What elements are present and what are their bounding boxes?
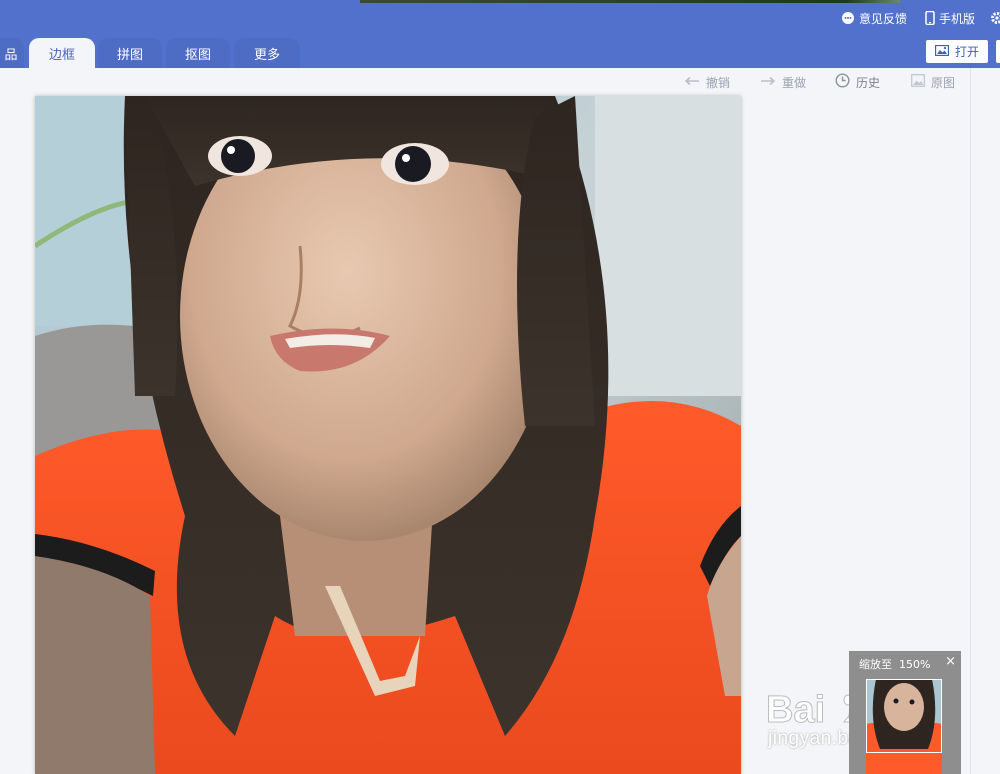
tab-label: 品 (4, 47, 18, 63)
zoom-label: 缩放至 150% (859, 658, 931, 671)
arrow-left-icon (684, 75, 700, 89)
tab-label: 抠图 (184, 47, 211, 63)
chat-bubble-icon (841, 11, 855, 25)
zoom-viewport-handle[interactable] (866, 679, 942, 753)
original-image-button[interactable]: 原图 (911, 73, 955, 91)
undo-button[interactable]: 撤销 (684, 73, 730, 91)
arrow-right-icon (760, 75, 776, 89)
redo-label: 重做 (782, 75, 807, 90)
history-button[interactable]: 历史 (835, 73, 880, 91)
svg-text:Bai: Bai (766, 689, 825, 731)
redo-button[interactable]: 重做 (760, 73, 806, 91)
tab-collage[interactable]: 拼图 (98, 38, 162, 68)
history-label: 历史 (856, 75, 881, 90)
settings-button[interactable] (990, 9, 1000, 27)
tab-more[interactable]: 更多 (234, 38, 300, 68)
tab-border[interactable]: 边框 (29, 38, 95, 68)
phone-icon (925, 11, 935, 25)
right-panel-divider (970, 68, 971, 774)
tab-label: 更多 (253, 47, 280, 63)
mobile-version-link[interactable]: 手机版 (925, 9, 975, 27)
open-label: 打开 (954, 45, 979, 59)
image-icon (934, 44, 950, 59)
feedback-link[interactable]: 意见反馈 (841, 9, 907, 27)
mobile-label: 手机版 (939, 11, 976, 26)
tab-label: 边框 (48, 47, 75, 63)
clock-icon (835, 73, 850, 91)
undo-label: 撤销 (706, 75, 731, 90)
picture-icon (911, 74, 925, 90)
tab-label: 拼图 (116, 47, 143, 63)
edited-photo[interactable] (35, 96, 741, 774)
zoom-navigator: 缩放至 150% × (849, 651, 961, 774)
tab-cutout[interactable]: 抠图 (166, 38, 230, 68)
top-progress-strip (360, 0, 900, 3)
close-icon[interactable]: × (945, 654, 956, 669)
save-button-partial[interactable] (996, 40, 1000, 63)
open-button[interactable]: 打开 (926, 40, 988, 63)
tab-partial[interactable]: 品 (0, 38, 24, 68)
gear-icon (990, 11, 1000, 25)
feedback-label: 意见反馈 (859, 11, 908, 26)
zoom-value: 150% (899, 658, 931, 671)
original-label: 原图 (931, 75, 956, 90)
